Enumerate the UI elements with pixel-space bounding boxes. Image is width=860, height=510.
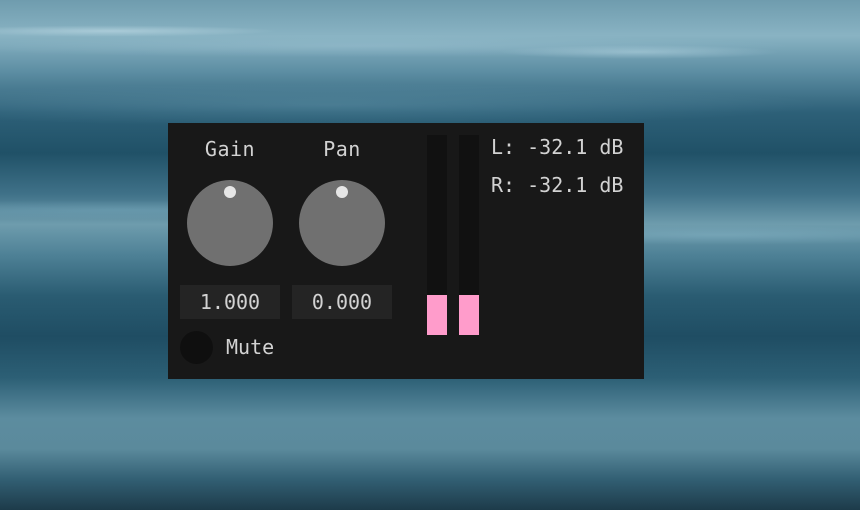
pan-label: Pan — [323, 137, 361, 161]
mute-label: Mute — [226, 335, 275, 359]
pan-knob-indicator — [336, 186, 348, 198]
gain-knob[interactable] — [187, 180, 273, 266]
gain-knob-indicator — [224, 186, 236, 198]
right-level-meter — [459, 135, 479, 335]
gain-value-field[interactable]: 1.000 — [180, 285, 280, 319]
pan-value-field[interactable]: 0.000 — [292, 285, 392, 319]
left-level-meter — [427, 135, 447, 335]
right-level-meter-fill — [459, 295, 479, 335]
left-level-readout: L: -32.1 dB — [491, 135, 624, 159]
right-level-readout: R: -32.1 dB — [491, 173, 624, 197]
pan-knob[interactable] — [299, 180, 385, 266]
left-level-meter-fill — [427, 295, 447, 335]
gain-label: Gain — [204, 137, 256, 161]
mute-toggle[interactable] — [180, 331, 213, 364]
mixer-panel: Gain 1.000 Pan 0.000 Mute L: -32.1 dB R:… — [168, 123, 644, 379]
